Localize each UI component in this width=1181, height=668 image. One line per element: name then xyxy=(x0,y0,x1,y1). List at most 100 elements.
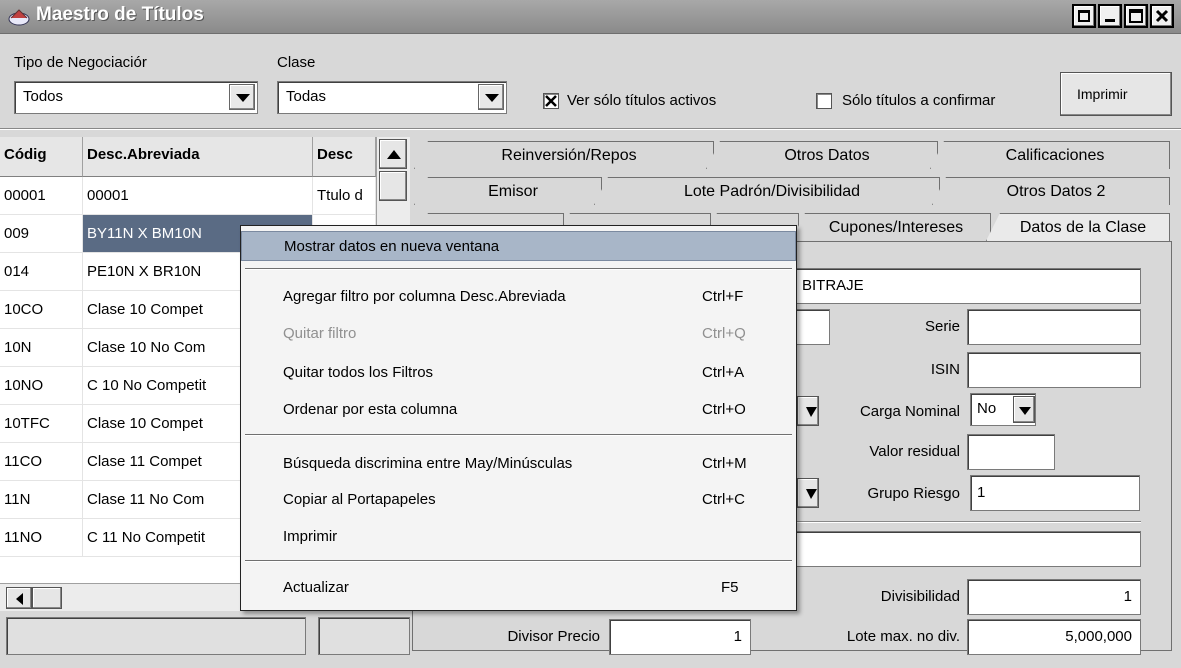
tab-otros-datos[interactable]: Otros Datos xyxy=(706,141,938,169)
checkmark-icon xyxy=(545,95,557,107)
print-button[interactable]: Imprimir xyxy=(1060,72,1172,116)
menu-item-shortcut: Ctrl+M xyxy=(702,455,747,472)
serie-field[interactable] xyxy=(967,309,1141,345)
dropdown-button[interactable] xyxy=(1013,396,1035,423)
menu-item-quitar-filtro[interactable]: Quitar filtro Ctrl+Q xyxy=(241,319,796,349)
lote-max-label: Lote max. no div. xyxy=(846,628,960,645)
menu-item-label: Imprimir xyxy=(283,528,338,545)
cell-code[interactable]: 10TFC xyxy=(0,405,83,443)
tab-lote-padron[interactable]: Lote Padrón/Divisibilidad xyxy=(594,177,940,205)
clase-select[interactable]: Todas xyxy=(277,81,507,114)
menu-item-shortcut: F5 xyxy=(721,579,739,596)
tab-cupones-intereses[interactable]: Cupones/Intereses xyxy=(791,213,991,241)
cell-code[interactable]: 00001 xyxy=(0,177,83,215)
print-button-label: Imprimir xyxy=(1077,86,1128,102)
tab-otros-datos-2[interactable]: Otros Datos 2 xyxy=(932,177,1170,205)
scroll-thumb[interactable] xyxy=(379,171,407,201)
divider xyxy=(0,128,1181,130)
short-field[interactable] xyxy=(795,309,830,345)
menu-item-label: Ordenar por esta columna xyxy=(283,401,458,418)
carga-nominal-select[interactable]: No xyxy=(970,393,1036,426)
dropdown-button[interactable] xyxy=(797,478,819,508)
context-menu: Mostrar datos en nueva ventana Agregar f… xyxy=(240,225,797,611)
column-header-codigo[interactable]: Códig xyxy=(0,137,83,177)
divisibilidad-field[interactable]: 1 xyxy=(967,579,1141,615)
divisor-precio-field[interactable]: 1 xyxy=(609,619,751,655)
menu-item-quitar-todos[interactable]: Quitar todos los Filtros Ctrl+A xyxy=(241,358,796,388)
minimize-button[interactable] xyxy=(1098,4,1122,28)
dropdown-button[interactable] xyxy=(797,396,819,426)
cell-desc-abreviada[interactable]: 00001 xyxy=(83,177,313,215)
tipo-negociacion-value: Todos xyxy=(23,88,64,105)
cell-code[interactable]: 10N xyxy=(0,329,83,367)
menu-item-ordenar[interactable]: Ordenar por esta columna Ctrl+O xyxy=(241,395,796,425)
tab-calificaciones[interactable]: Calificaciones xyxy=(930,141,1170,169)
menu-item-busqueda[interactable]: Búsqueda discrimina entre May/Minúsculas… xyxy=(241,449,796,479)
grupo-riesgo-field[interactable]: 1 xyxy=(970,475,1140,511)
tab-emisor[interactable]: Emisor xyxy=(414,177,602,205)
arrow-left-icon xyxy=(16,593,23,605)
solo-confirmar-label: Sólo títulos a confirmar xyxy=(842,92,996,109)
menu-item-label: Actualizar xyxy=(283,579,349,596)
menu-item-copiar[interactable]: Copiar al Portapapeles Ctrl+C xyxy=(241,485,796,515)
menu-separator xyxy=(245,560,792,562)
maximize-icon xyxy=(1129,9,1143,23)
scroll-up-button[interactable] xyxy=(379,139,407,169)
chevron-down-icon xyxy=(806,489,817,499)
carga-nominal-label: Carga Nominal xyxy=(859,403,960,420)
chevron-down-icon xyxy=(236,94,250,102)
menu-item-shortcut: Ctrl+A xyxy=(702,364,745,381)
cell-code[interactable]: 10NO xyxy=(0,367,83,405)
h-scroll-thumb[interactable] xyxy=(32,587,62,609)
menu-item-imprimir[interactable]: Imprimir xyxy=(241,522,796,552)
menu-item-shortcut: Ctrl+Q xyxy=(702,325,746,342)
divisor-precio-label: Divisor Precio xyxy=(507,628,600,645)
minimize-icon xyxy=(1105,19,1115,22)
scroll-left-button[interactable] xyxy=(6,587,32,609)
menu-item-label: Quitar filtro xyxy=(283,325,357,342)
carga-nominal-value: No xyxy=(977,400,997,417)
cell-desc[interactable]: Ttulo d xyxy=(313,177,376,215)
lote-max-value: 5,000,000 xyxy=(1065,628,1132,645)
ver-activos-checkbox[interactable] xyxy=(543,93,559,109)
dropdown-button[interactable] xyxy=(478,84,504,110)
window-title: Maestro de Títulos xyxy=(36,4,204,25)
serie-label: Serie xyxy=(924,318,960,335)
tab-datos-clase[interactable]: Datos de la Clase xyxy=(986,213,1170,241)
menu-item-mostrar-datos[interactable]: Mostrar datos en nueva ventana xyxy=(241,231,796,261)
cell-code[interactable]: 11N xyxy=(0,481,83,519)
status-field-1 xyxy=(6,617,306,655)
menu-item-agregar-filtro[interactable]: Agregar filtro por columna Desc.Abreviad… xyxy=(241,282,796,312)
cell-code[interactable]: 11NO xyxy=(0,519,83,557)
dropdown-button[interactable] xyxy=(229,84,255,110)
valor-residual-field[interactable] xyxy=(967,434,1055,470)
status-field-2 xyxy=(318,617,410,655)
cell-code[interactable]: 10CO xyxy=(0,291,83,329)
cell-code[interactable]: 009 xyxy=(0,215,83,253)
menu-item-label: Agregar filtro por columna Desc.Abreviad… xyxy=(283,288,566,305)
menu-item-shortcut: Ctrl+F xyxy=(702,288,744,305)
close-button[interactable] xyxy=(1150,4,1174,28)
isin-label: ISIN xyxy=(930,361,960,378)
lote-max-field[interactable]: 5,000,000 xyxy=(967,619,1141,655)
description-field[interactable] xyxy=(795,531,1141,567)
cell-code[interactable]: 11CO xyxy=(0,443,83,481)
form-divider xyxy=(797,521,1141,523)
column-header-desc-abreviada[interactable]: Desc.Abreviada xyxy=(83,137,313,177)
menu-item-label: Búsqueda discrimina entre May/Minúsculas xyxy=(283,455,573,472)
menu-item-shortcut: Ctrl+O xyxy=(702,401,746,418)
grupo-riesgo-value: 1 xyxy=(977,484,986,501)
tab-reinversion-repos[interactable]: Reinversión/Repos xyxy=(414,141,714,169)
maximize-button[interactable] xyxy=(1124,4,1148,28)
restore-button[interactable] xyxy=(1072,4,1096,28)
column-header-desc[interactable]: Desc xyxy=(313,137,376,177)
solo-confirmar-checkbox[interactable] xyxy=(816,93,832,109)
menu-item-label: Mostrar datos en nueva ventana xyxy=(284,238,500,255)
isin-field[interactable] xyxy=(967,352,1141,388)
tipo-negociacion-select[interactable]: Todos xyxy=(14,81,258,114)
class-type-field[interactable]: BITRAJE xyxy=(795,268,1141,304)
cell-code[interactable]: 014 xyxy=(0,253,83,291)
menu-item-actualizar[interactable]: Actualizar F5 xyxy=(241,573,796,603)
divisibilidad-label: Divisibilidad xyxy=(880,588,960,605)
title-bar[interactable]: Maestro de Títulos xyxy=(0,0,1181,34)
